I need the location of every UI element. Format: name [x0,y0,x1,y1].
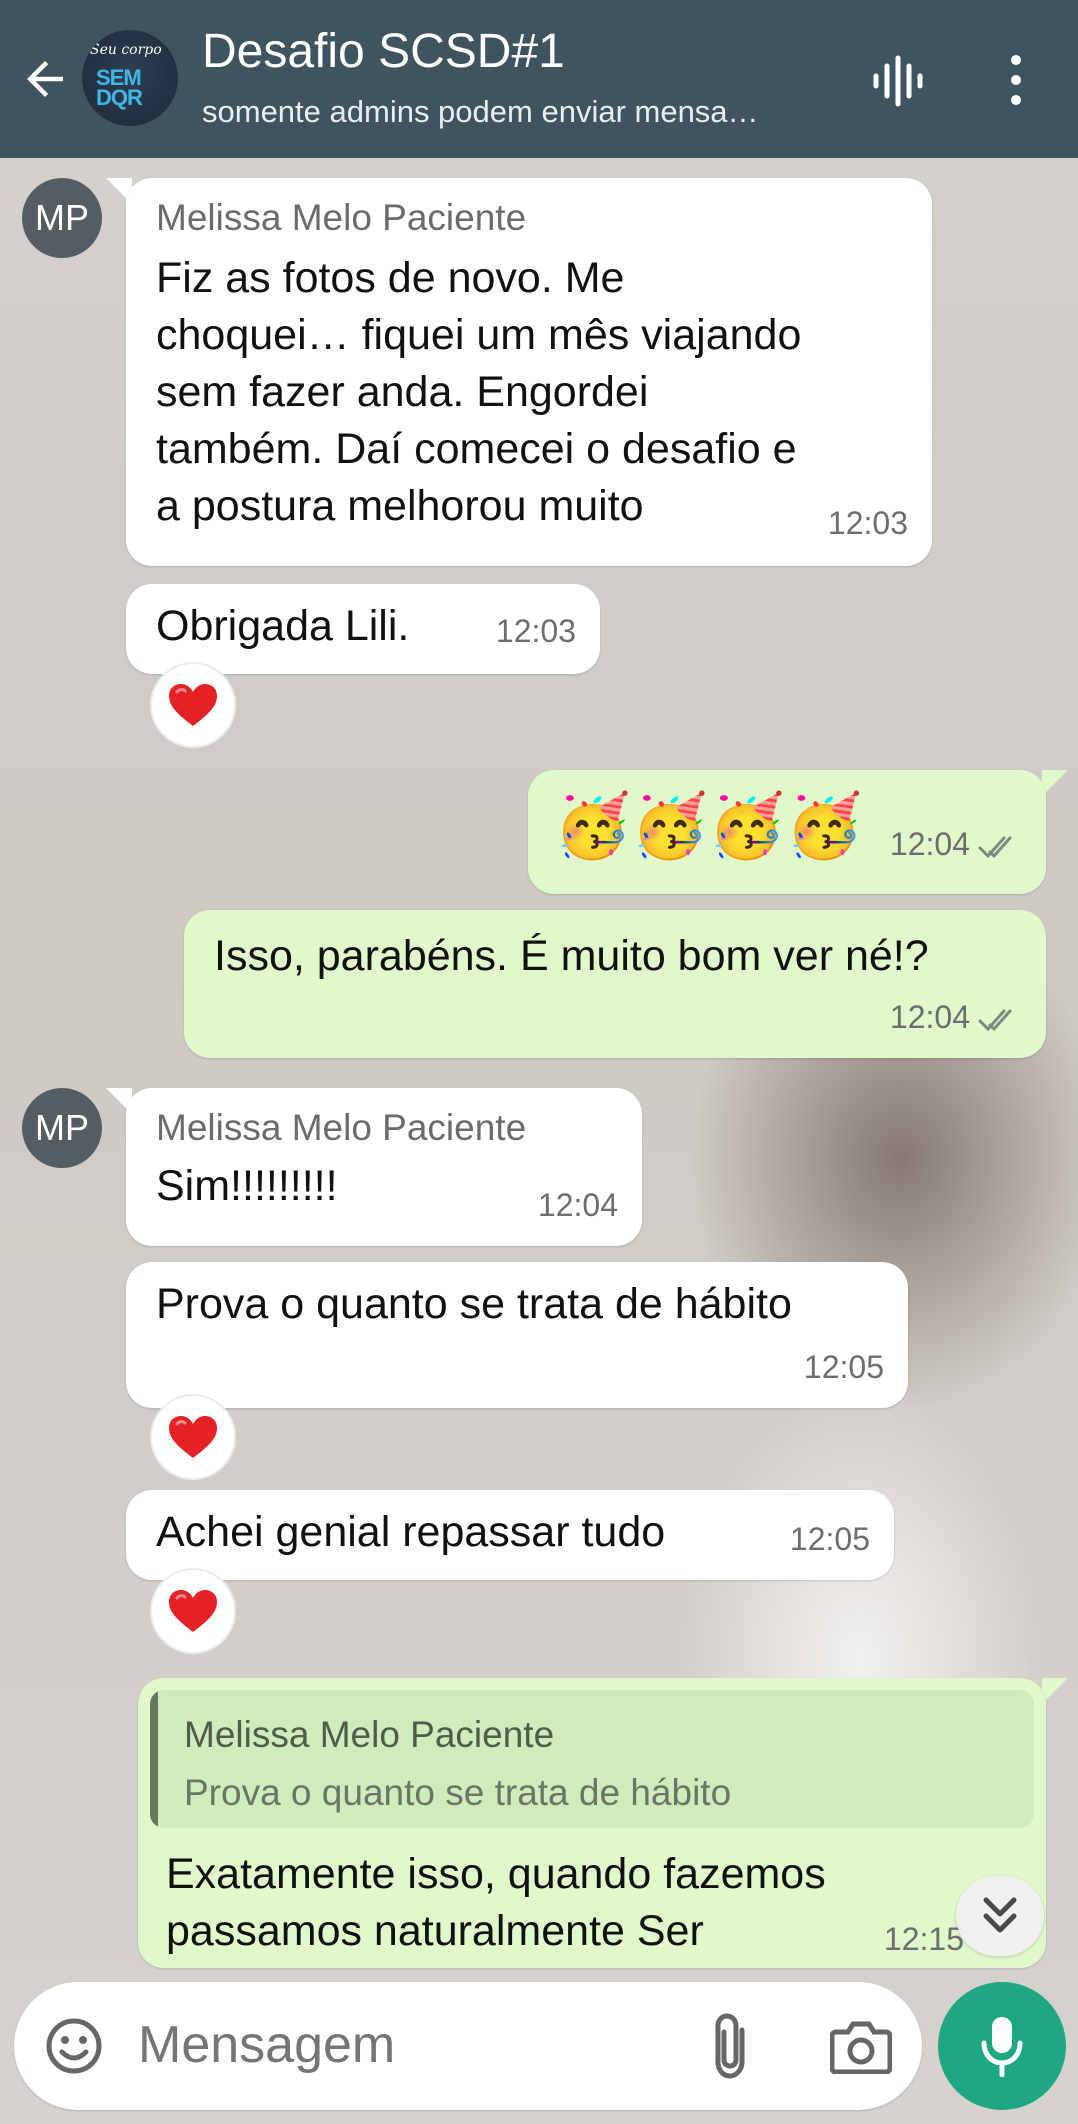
message-line: Exatamente isso, quando fazemos [166,1850,826,1898]
heart-icon [169,1590,217,1632]
avatar-logo-main: SEM DQR [96,65,143,110]
voice-message-button[interactable] [938,1982,1066,2110]
message-input[interactable] [136,2014,700,2076]
message-bubble-out[interactable]: Melissa Melo Paciente Prova o quanto se … [138,1678,1046,1968]
message-bubble-in[interactable]: Melissa Melo Paciente Fiz as fotos de no… [126,178,932,566]
reaction-heart[interactable] [150,662,236,748]
double-check-icon [978,836,1012,858]
chat-title[interactable]: Desafio SCSD#1 [202,24,565,79]
message-time-wrap: 12:04 [890,989,1022,1046]
bubble-tail [1042,770,1068,796]
message-time: 12:04 [889,999,970,1035]
message-bubble-out[interactable]: 🥳🥳🥳🥳 12:04 [528,770,1046,894]
quoted-message[interactable]: Melissa Melo Paciente Prova o quanto se … [150,1690,1034,1828]
message-emoji: 🥳🥳🥳🥳 [554,789,863,862]
message-text: Obrigada Lili. [156,602,410,650]
reaction-heart[interactable] [150,1568,236,1654]
sender-name: Melissa Melo Paciente [156,197,527,238]
message-line: choquei… fiquei um mês viajando [156,311,802,359]
quote-sender: Melissa Melo Paciente [184,1714,555,1755]
message-bubble-out[interactable]: Isso, parabéns. É muito bom ver né!? 12:… [184,910,1046,1058]
message-line: passamos naturalmente Ser [166,1907,704,1955]
sender-avatar[interactable]: MP [22,1088,102,1168]
more-vertical-icon[interactable] [1002,52,1030,108]
message-time-wrap: 12:04 [890,808,1022,880]
message-composer [14,1982,922,2110]
double-check-icon [978,1009,1012,1031]
scroll-to-bottom-button[interactable] [956,1876,1044,1956]
arrow-left-icon[interactable] [18,52,72,106]
avatar-logo-script: Seu corpo [90,42,162,58]
message-line: também. Daí comecei o desafio e [156,425,797,473]
heart-icon [169,1416,217,1458]
reaction-heart[interactable] [150,1394,236,1480]
audio-waveform-icon[interactable] [870,54,926,108]
message-bubble-in[interactable]: Prova o quanto se trata de hábito 12:05 [126,1262,908,1408]
message-time: 12:03 [827,505,908,541]
message-bubble-in[interactable]: Achei genial repassar tudo 12:05 [126,1490,894,1580]
message-text: Isso, parabéns. É muito bom ver né!? [214,932,929,980]
camera-icon[interactable] [830,2018,892,2074]
message-time: 12:15 [883,1921,964,1957]
message-time: 12:03 [495,613,576,649]
paperclip-icon[interactable] [708,2012,756,2080]
sender-avatar[interactable]: MP [22,178,102,258]
bubble-tail [1042,1678,1068,1704]
sender-name: Melissa Melo Paciente [156,1107,527,1148]
message-bubble-in[interactable]: Obrigada Lili. 12:03 [126,584,600,674]
quote-text: Prova o quanto se trata de hábito [184,1772,732,1813]
message-line: a postura melhorou muito [156,482,644,530]
message-line: sem fazer anda. Engordei [156,368,649,416]
double-chevron-down-icon [983,1897,1017,1933]
message-time: 12:04 [537,1187,618,1223]
message-bubble-in[interactable]: Melissa Melo Paciente Sim!!!!!!!!! 12:04 [126,1088,642,1246]
heart-icon [169,684,217,726]
message-text: Achei genial repassar tudo [156,1508,666,1556]
message-time: 12:05 [803,1349,884,1385]
message-line: Fiz as fotos de novo. Me [156,254,625,302]
quote-bar [150,1690,158,1828]
microphone-icon [981,2017,1023,2077]
message-time: 12:05 [789,1521,870,1557]
message-text: Prova o quanto se trata de hábito [156,1280,792,1328]
chat-subtitle[interactable]: somente admins podem enviar mensa… [202,94,828,130]
emoji-icon[interactable] [44,2016,104,2076]
group-avatar[interactable]: Seu corpo SEM DQR [82,30,178,126]
chat-header: Seu corpo SEM DQR Desafio SCSD#1 somente… [0,0,1078,158]
message-time: 12:04 [889,826,970,862]
